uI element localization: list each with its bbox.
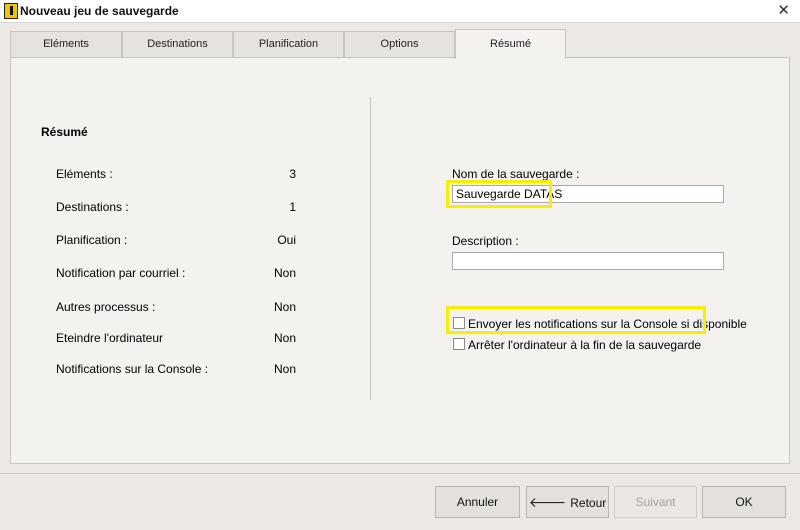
dialog-window: Nouveau jeu de sauvegarde ✕ Eléments Des… — [0, 0, 800, 530]
summary-value-console: Non — [273, 362, 296, 376]
summary-label-console: Notifications sur la Console : — [56, 362, 209, 376]
summary-label-planification: Planification : — [56, 233, 128, 247]
ok-button[interactable]: OK — [702, 486, 786, 518]
vertical-divider — [370, 97, 371, 400]
summary-label-shutdown: Eteindre l'ordinateur — [56, 331, 164, 345]
summary-value-destinations: 1 — [289, 200, 296, 214]
shutdown-option[interactable]: Arrêter l'ordinateur à la fin de la sauv… — [453, 338, 701, 352]
summary-title: Résumé — [41, 125, 88, 139]
summary-value-shutdown: Non — [273, 331, 296, 345]
description-label: Description : — [452, 234, 519, 248]
tab-panel-resume: Résumé Eléments : 3 Destinations : 1 Pla… — [10, 57, 790, 464]
tab-elements[interactable]: Eléments — [10, 31, 122, 57]
arrow-left-icon: 🡐 — [528, 494, 567, 510]
tab-planification[interactable]: Planification — [233, 31, 344, 57]
console-notification-checkbox[interactable] — [453, 317, 465, 329]
back-button[interactable]: 🡐 Retour — [526, 486, 609, 518]
cancel-button[interactable]: Annuler — [435, 486, 520, 518]
shutdown-label: Arrêter l'ordinateur à la fin de la sauv… — [468, 338, 702, 352]
close-icon[interactable]: ✕ — [777, 2, 790, 20]
summary-label-email: Notification par courriel : — [56, 266, 186, 280]
summary-value-elements: 3 — [289, 167, 296, 181]
tab-destinations[interactable]: Destinations — [122, 31, 233, 57]
description-input[interactable] — [452, 252, 724, 270]
title-bar[interactable]: Nouveau jeu de sauvegarde ✕ — [0, 0, 800, 23]
footer-separator — [0, 473, 800, 474]
summary-label-elements: Eléments : — [56, 167, 113, 181]
shutdown-checkbox[interactable] — [453, 338, 465, 350]
app-logo-icon — [4, 3, 18, 19]
backup-name-input[interactable] — [452, 185, 724, 203]
window-title: Nouveau jeu de sauvegarde — [20, 4, 179, 18]
next-button[interactable]: Suivant — [614, 486, 697, 518]
summary-value-processes: Non — [273, 300, 296, 314]
name-label: Nom de la sauvegarde : — [452, 167, 580, 181]
summary-value-planification: Oui — [277, 233, 296, 247]
tab-options[interactable]: Options — [344, 31, 455, 57]
console-notification-option[interactable]: Envoyer les notifications sur la Console… — [453, 317, 747, 331]
console-notification-label: Envoyer les notifications sur la Console… — [468, 317, 747, 331]
summary-label-processes: Autres processus : — [56, 300, 156, 314]
back-button-label: Retour — [570, 496, 607, 510]
summary-value-email: Non — [273, 266, 296, 280]
summary-label-destinations: Destinations : — [56, 200, 129, 214]
tab-resume[interactable]: Résumé — [455, 29, 566, 59]
